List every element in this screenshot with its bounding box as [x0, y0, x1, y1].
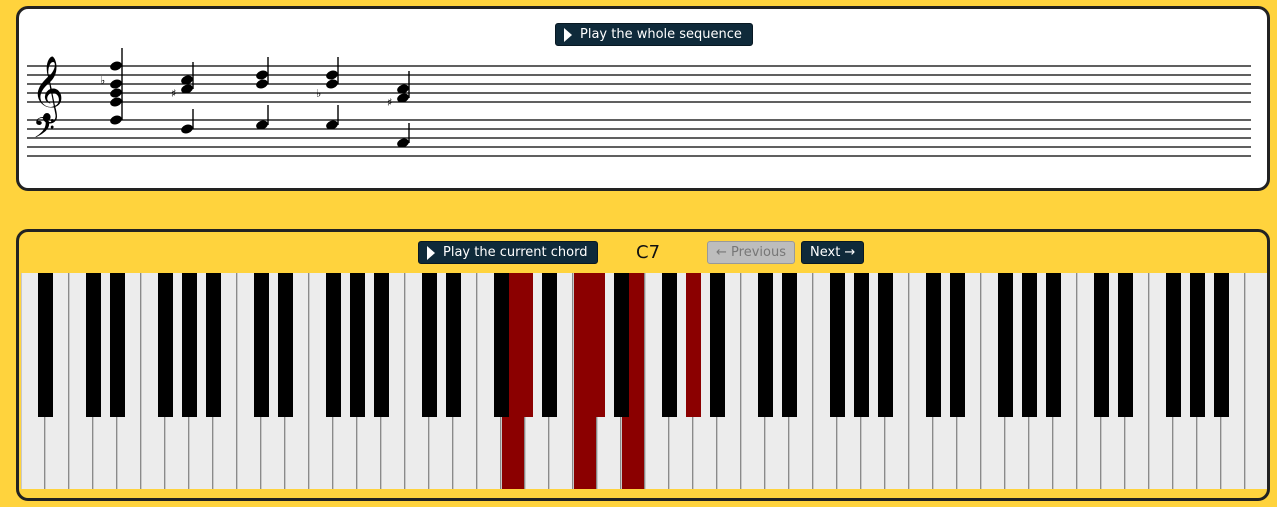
note-head: [110, 79, 122, 89]
note-head: [181, 124, 193, 134]
play-chord-button[interactable]: Play the current chord: [418, 241, 599, 264]
play-sequence-label: Play the whole sequence: [580, 27, 742, 42]
black-key[interactable]: [1045, 273, 1061, 417]
black-key[interactable]: [685, 273, 701, 417]
white-key[interactable]: [1245, 273, 1267, 489]
black-key[interactable]: [781, 273, 797, 417]
black-key[interactable]: [253, 273, 269, 417]
black-key[interactable]: [85, 273, 101, 417]
black-key[interactable]: [757, 273, 773, 417]
previous-button[interactable]: ← Previous: [707, 241, 795, 264]
black-key[interactable]: [709, 273, 725, 417]
black-key[interactable]: [829, 273, 845, 417]
piano-panel: Play the current chord C7 ← Previous Nex…: [16, 229, 1270, 501]
black-key[interactable]: [277, 273, 293, 417]
black-key[interactable]: [517, 273, 533, 417]
piano-keyboard[interactable]: [21, 273, 1267, 489]
black-key[interactable]: [1093, 273, 1109, 417]
play-icon: [564, 27, 572, 42]
accidental-icon: ♭: [316, 87, 321, 100]
black-key[interactable]: [1117, 273, 1133, 417]
black-key[interactable]: [373, 273, 389, 417]
black-key[interactable]: [493, 273, 509, 417]
note-head: [110, 88, 122, 98]
note-head: [256, 79, 268, 89]
note-head: [326, 70, 338, 80]
black-key[interactable]: [949, 273, 965, 417]
note-head: [110, 97, 122, 107]
chord-name: C7: [636, 242, 661, 263]
play-icon: [427, 245, 435, 260]
black-key[interactable]: [877, 273, 893, 417]
play-chord-label: Play the current chord: [443, 245, 588, 260]
score-panel: 𝄞 𝄢 ♭ ♯ ♭ ♯ Play the whole sequence: [16, 6, 1270, 191]
black-key[interactable]: [589, 273, 605, 417]
black-key[interactable]: [853, 273, 869, 417]
note-head: [256, 70, 268, 80]
note-head: [326, 79, 338, 89]
accidental-icon: ♯: [171, 87, 176, 100]
black-key[interactable]: [445, 273, 461, 417]
black-key[interactable]: [997, 273, 1013, 417]
accidental-icon: ♭: [100, 74, 105, 87]
black-key[interactable]: [661, 273, 677, 417]
next-button[interactable]: Next →: [801, 241, 865, 264]
note-head: [110, 61, 122, 71]
black-key[interactable]: [1165, 273, 1181, 417]
black-key[interactable]: [325, 273, 341, 417]
accidental-icon: ♯: [387, 96, 392, 109]
black-key[interactable]: [37, 273, 53, 417]
note-head: [110, 115, 122, 125]
black-key[interactable]: [205, 273, 221, 417]
bass-clef-icon: 𝄢: [33, 112, 55, 152]
black-key[interactable]: [181, 273, 197, 417]
black-key[interactable]: [1189, 273, 1205, 417]
black-key[interactable]: [925, 273, 941, 417]
black-key[interactable]: [349, 273, 365, 417]
black-key[interactable]: [157, 273, 173, 417]
black-key[interactable]: [421, 273, 437, 417]
black-key[interactable]: [109, 273, 125, 417]
black-key[interactable]: [1213, 273, 1229, 417]
black-key[interactable]: [541, 273, 557, 417]
black-key[interactable]: [613, 273, 629, 417]
play-sequence-button[interactable]: Play the whole sequence: [555, 23, 753, 46]
black-key[interactable]: [1021, 273, 1037, 417]
